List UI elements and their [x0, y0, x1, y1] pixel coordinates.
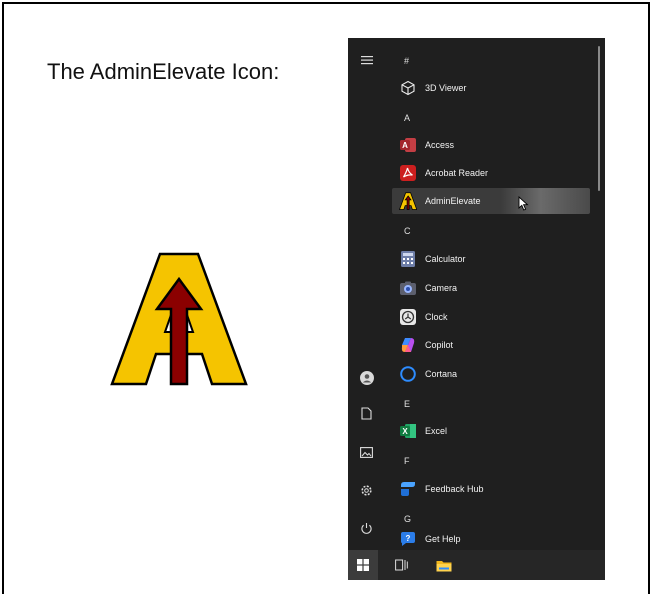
app-item-adminelevate[interactable]: AdminElevate	[392, 188, 590, 214]
acrobat-icon	[399, 164, 417, 182]
settings-gear-icon[interactable]	[348, 475, 385, 505]
adminelevate-icon	[399, 192, 417, 210]
app-label: Excel	[425, 426, 448, 436]
app-label: 3D Viewer	[425, 83, 467, 93]
app-label: Cortana	[425, 369, 458, 379]
svg-text:X: X	[402, 427, 408, 436]
app-item-copilot[interactable]: Copilot	[392, 332, 590, 358]
calculator-icon	[399, 250, 417, 268]
app-item-acrobat-reader[interactable]: Acrobat Reader	[392, 160, 590, 186]
app-item-clock[interactable]: Clock	[392, 304, 590, 330]
start-menu: # 3D Viewer A A Access Acrobat Reader Ad…	[348, 38, 605, 580]
app-label: Clock	[425, 312, 448, 322]
file-explorer-icon[interactable]	[432, 550, 456, 580]
get-help-icon: ?	[399, 530, 417, 548]
clock-icon	[399, 308, 417, 326]
access-icon: A	[399, 136, 417, 154]
copilot-icon	[399, 336, 417, 354]
taskbar	[348, 550, 605, 580]
windows-start-icon[interactable]	[348, 550, 378, 580]
app-item-camera[interactable]: Camera	[392, 275, 590, 301]
svg-text:A: A	[402, 141, 408, 150]
task-view-icon[interactable]	[390, 550, 412, 580]
scrollbar[interactable]	[598, 46, 600, 191]
mouse-cursor-icon	[518, 196, 529, 211]
app-item-cortana[interactable]: Cortana	[392, 361, 590, 387]
caption: The AdminElevate Icon:	[47, 59, 280, 84]
svg-text:?: ?	[406, 534, 411, 543]
app-item-feedback-hub[interactable]: Feedback Hub	[392, 476, 590, 502]
section-header-a[interactable]: A	[404, 113, 410, 123]
app-item-access[interactable]: A Access	[392, 132, 590, 158]
section-header-e[interactable]: E	[404, 399, 410, 409]
app-label: Acrobat Reader	[425, 168, 489, 178]
power-icon[interactable]	[348, 513, 385, 543]
app-label: AdminElevate	[425, 196, 481, 206]
section-header-f[interactable]: F	[404, 456, 410, 466]
app-label: Calculator	[425, 254, 466, 264]
app-list: # 3D Viewer A A Access Acrobat Reader Ad…	[390, 38, 594, 550]
app-label: Copilot	[425, 340, 454, 350]
pictures-icon[interactable]	[348, 437, 385, 467]
feedback-hub-icon	[399, 480, 417, 498]
app-label: Feedback Hub	[425, 484, 484, 494]
cube-icon	[399, 79, 417, 97]
app-label: Access	[425, 140, 455, 150]
app-label: Get Help	[425, 534, 461, 544]
app-item-get-help[interactable]: ? Get Help	[392, 526, 590, 552]
hamburger-menu-icon[interactable]	[348, 45, 385, 75]
app-label: Camera	[425, 283, 458, 293]
app-item-3d-viewer[interactable]: 3D Viewer	[392, 75, 590, 101]
section-header-c[interactable]: C	[404, 226, 411, 236]
app-item-excel[interactable]: X Excel	[392, 418, 590, 444]
excel-icon: X	[399, 422, 417, 440]
camera-icon	[399, 279, 417, 297]
section-header-hash[interactable]: #	[404, 56, 409, 66]
documents-icon[interactable]	[348, 398, 385, 428]
user-account-icon[interactable]	[348, 363, 385, 393]
start-rail	[348, 38, 385, 580]
adminelevate-logo	[110, 252, 248, 386]
app-item-calculator[interactable]: Calculator	[392, 246, 590, 272]
cortana-icon	[399, 365, 417, 383]
section-header-g[interactable]: G	[404, 514, 411, 524]
